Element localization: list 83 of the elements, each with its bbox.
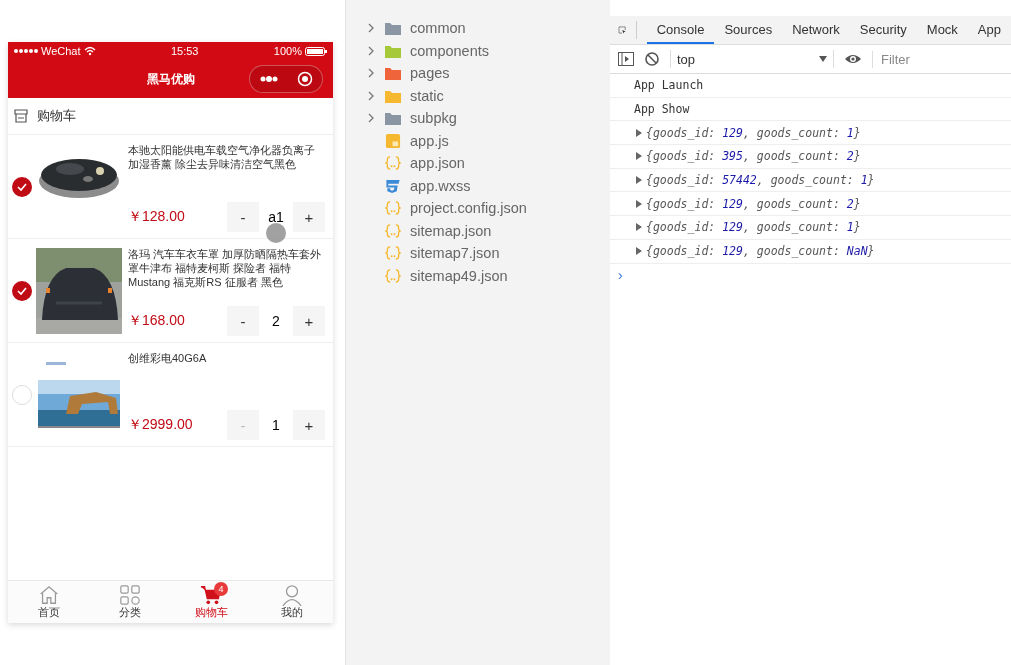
log-object[interactable]: {goods_id: 395, goods_count: 2}	[646, 149, 861, 164]
file-name[interactable]: pages	[410, 65, 450, 82]
chevron-icon	[367, 90, 375, 101]
carrier-name: WeChat	[41, 45, 81, 57]
chevron-icon	[367, 68, 375, 79]
folder-icon	[384, 20, 402, 37]
devtools-tab[interactable]: Sources	[714, 16, 783, 44]
log-message: App Show	[634, 102, 690, 117]
tab-bar-item[interactable]: 我的	[251, 581, 333, 623]
signal-icon	[14, 48, 38, 54]
folder-icon	[384, 110, 402, 127]
log-object[interactable]: {goods_id: 129, goods_count: 1}	[646, 220, 861, 235]
css-file-icon	[384, 177, 402, 194]
log-object[interactable]: {goods_id: 129, goods_count: NaN}	[646, 244, 875, 259]
file-name[interactable]: static	[410, 87, 444, 104]
devtools-tab[interactable]: Security	[849, 16, 917, 44]
chevron-icon	[367, 23, 375, 34]
shop-icon	[13, 108, 29, 124]
home-icon	[37, 584, 60, 606]
product-title[interactable]: 洛玛 汽车车衣车罩 加厚防晒隔热车套外罩牛津布 福特麦柯斯 探险者 福特Mustang 福克斯RS 征服者 黑色	[128, 247, 325, 289]
caret-icon	[819, 56, 827, 62]
checkbox[interactable]	[12, 384, 32, 405]
checkbox[interactable]	[12, 176, 32, 197]
file-name[interactable]: app.js	[410, 132, 449, 149]
devtools-tab[interactable]: Console	[646, 16, 715, 44]
log-object[interactable]: {goods_id: 57442, goods_count: 1}	[646, 173, 875, 188]
file-name[interactable]: app.wxss	[410, 177, 471, 194]
context-dropdown[interactable]: top	[670, 50, 834, 68]
capsule-menu[interactable]	[249, 65, 323, 93]
more-icon	[259, 75, 278, 83]
file-name[interactable]: components	[410, 42, 489, 59]
expand-arrow-icon	[636, 223, 642, 232]
braces-icon	[384, 155, 402, 172]
file-name[interactable]: subpkg	[410, 110, 457, 127]
log-message: App Launch	[634, 78, 704, 93]
file-name[interactable]: project.config.json	[410, 200, 527, 217]
expand-arrow-icon	[636, 176, 642, 185]
status-time: 15:53	[170, 45, 199, 57]
clear-icon	[644, 51, 660, 67]
user-icon	[281, 584, 304, 606]
braces-icon	[384, 245, 402, 262]
tab-bar-item[interactable]: 首页	[8, 581, 90, 623]
file-name[interactable]: app.json	[410, 155, 465, 172]
quantity-field[interactable]: 2	[259, 306, 293, 336]
chevron-icon	[367, 113, 375, 124]
sidebar-toggle-icon	[618, 52, 634, 66]
chevron-icon	[367, 45, 375, 56]
braces-icon	[384, 222, 402, 239]
log-object[interactable]: {goods_id: 129, goods_count: 2}	[646, 196, 861, 211]
product-price: ￥128.00	[128, 208, 185, 226]
file-name[interactable]: sitemap7.json	[410, 245, 500, 262]
braces-icon	[384, 267, 402, 284]
console-prompt[interactable]: ›	[610, 263, 1011, 286]
wifi-icon	[83, 46, 96, 56]
devtools-tab[interactable]: App	[967, 16, 1011, 44]
expand-arrow-icon	[636, 247, 642, 256]
expand-arrow-icon	[636, 128, 642, 137]
tab-bar-item[interactable]: 分类	[89, 581, 171, 623]
product-title[interactable]: 本驰太阳能供电车载空气净化器负离子加湿香薰 除尘去异味清洁空气黑色	[128, 143, 325, 171]
section-title: 购物车	[37, 107, 76, 125]
product-price: ￥2999.00	[128, 416, 193, 434]
target-icon	[296, 71, 313, 87]
count-badge: 4	[214, 582, 229, 596]
js-file-icon	[384, 132, 402, 149]
product-title[interactable]: 创维彩电40G6A	[128, 351, 325, 365]
braces-icon	[384, 200, 402, 217]
file-name[interactable]: common	[410, 20, 466, 37]
file-name[interactable]: sitemap49.json	[410, 267, 508, 284]
file-name[interactable]: sitemap.json	[410, 222, 492, 239]
battery-percent: 100%	[273, 45, 302, 57]
expand-arrow-icon	[636, 199, 642, 208]
quantity-field[interactable]: 1	[259, 410, 293, 440]
grid-icon	[118, 584, 141, 606]
battery-icon	[305, 46, 327, 56]
folder-icon	[384, 65, 402, 82]
product-price: ￥168.00	[128, 312, 185, 330]
devtools-tab[interactable]: Mock	[916, 16, 968, 44]
checkbox[interactable]	[12, 280, 32, 301]
log-object[interactable]: {goods_id: 129, goods_count: 1}	[646, 125, 861, 140]
tab-bar-item[interactable]: 购物车 4	[170, 581, 252, 623]
devtools-tab[interactable]: Network	[782, 16, 850, 44]
nav-title: 黑马优购	[146, 70, 195, 88]
expand-arrow-icon	[636, 152, 642, 161]
